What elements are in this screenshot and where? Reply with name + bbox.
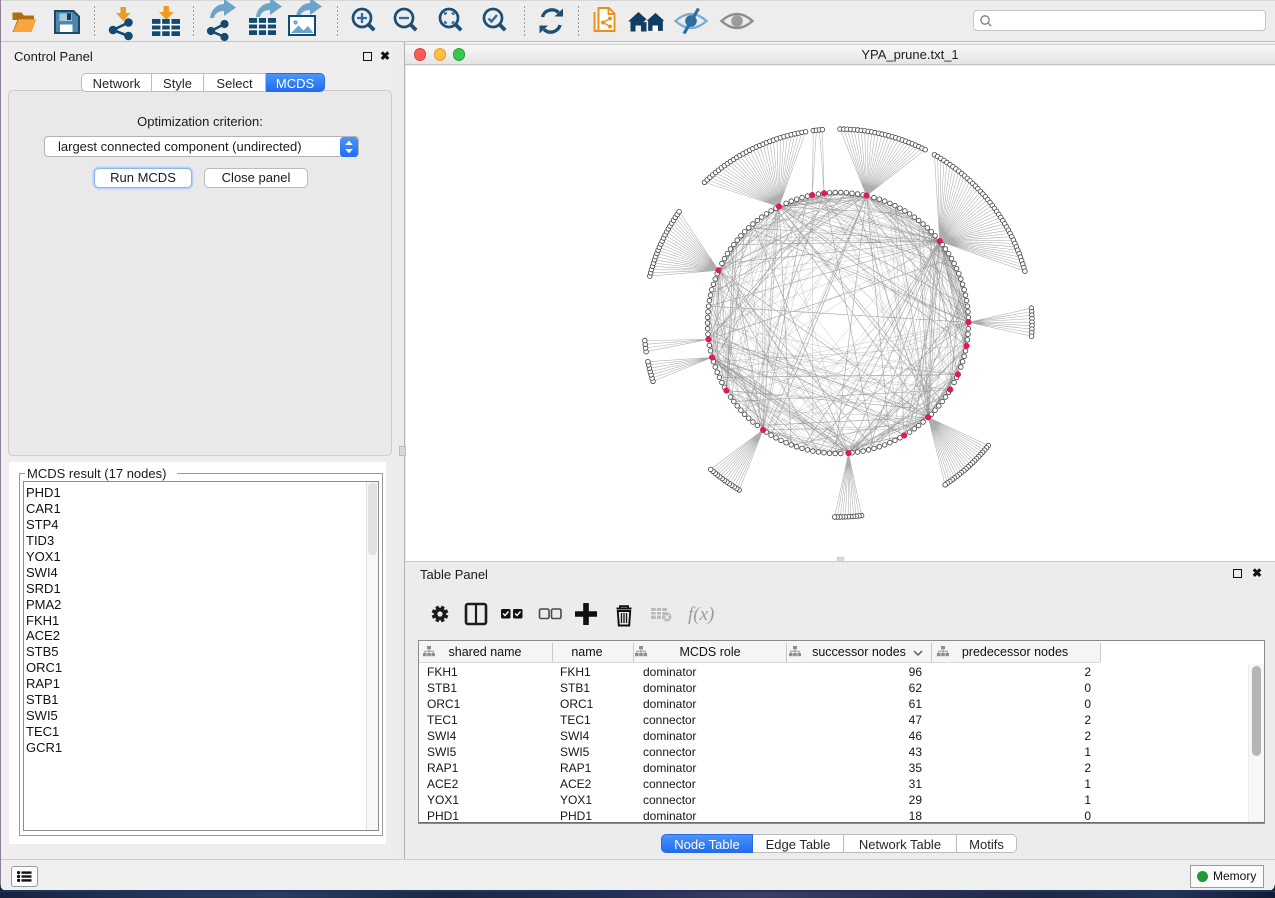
svg-text:f(x): f(x) (688, 604, 714, 625)
